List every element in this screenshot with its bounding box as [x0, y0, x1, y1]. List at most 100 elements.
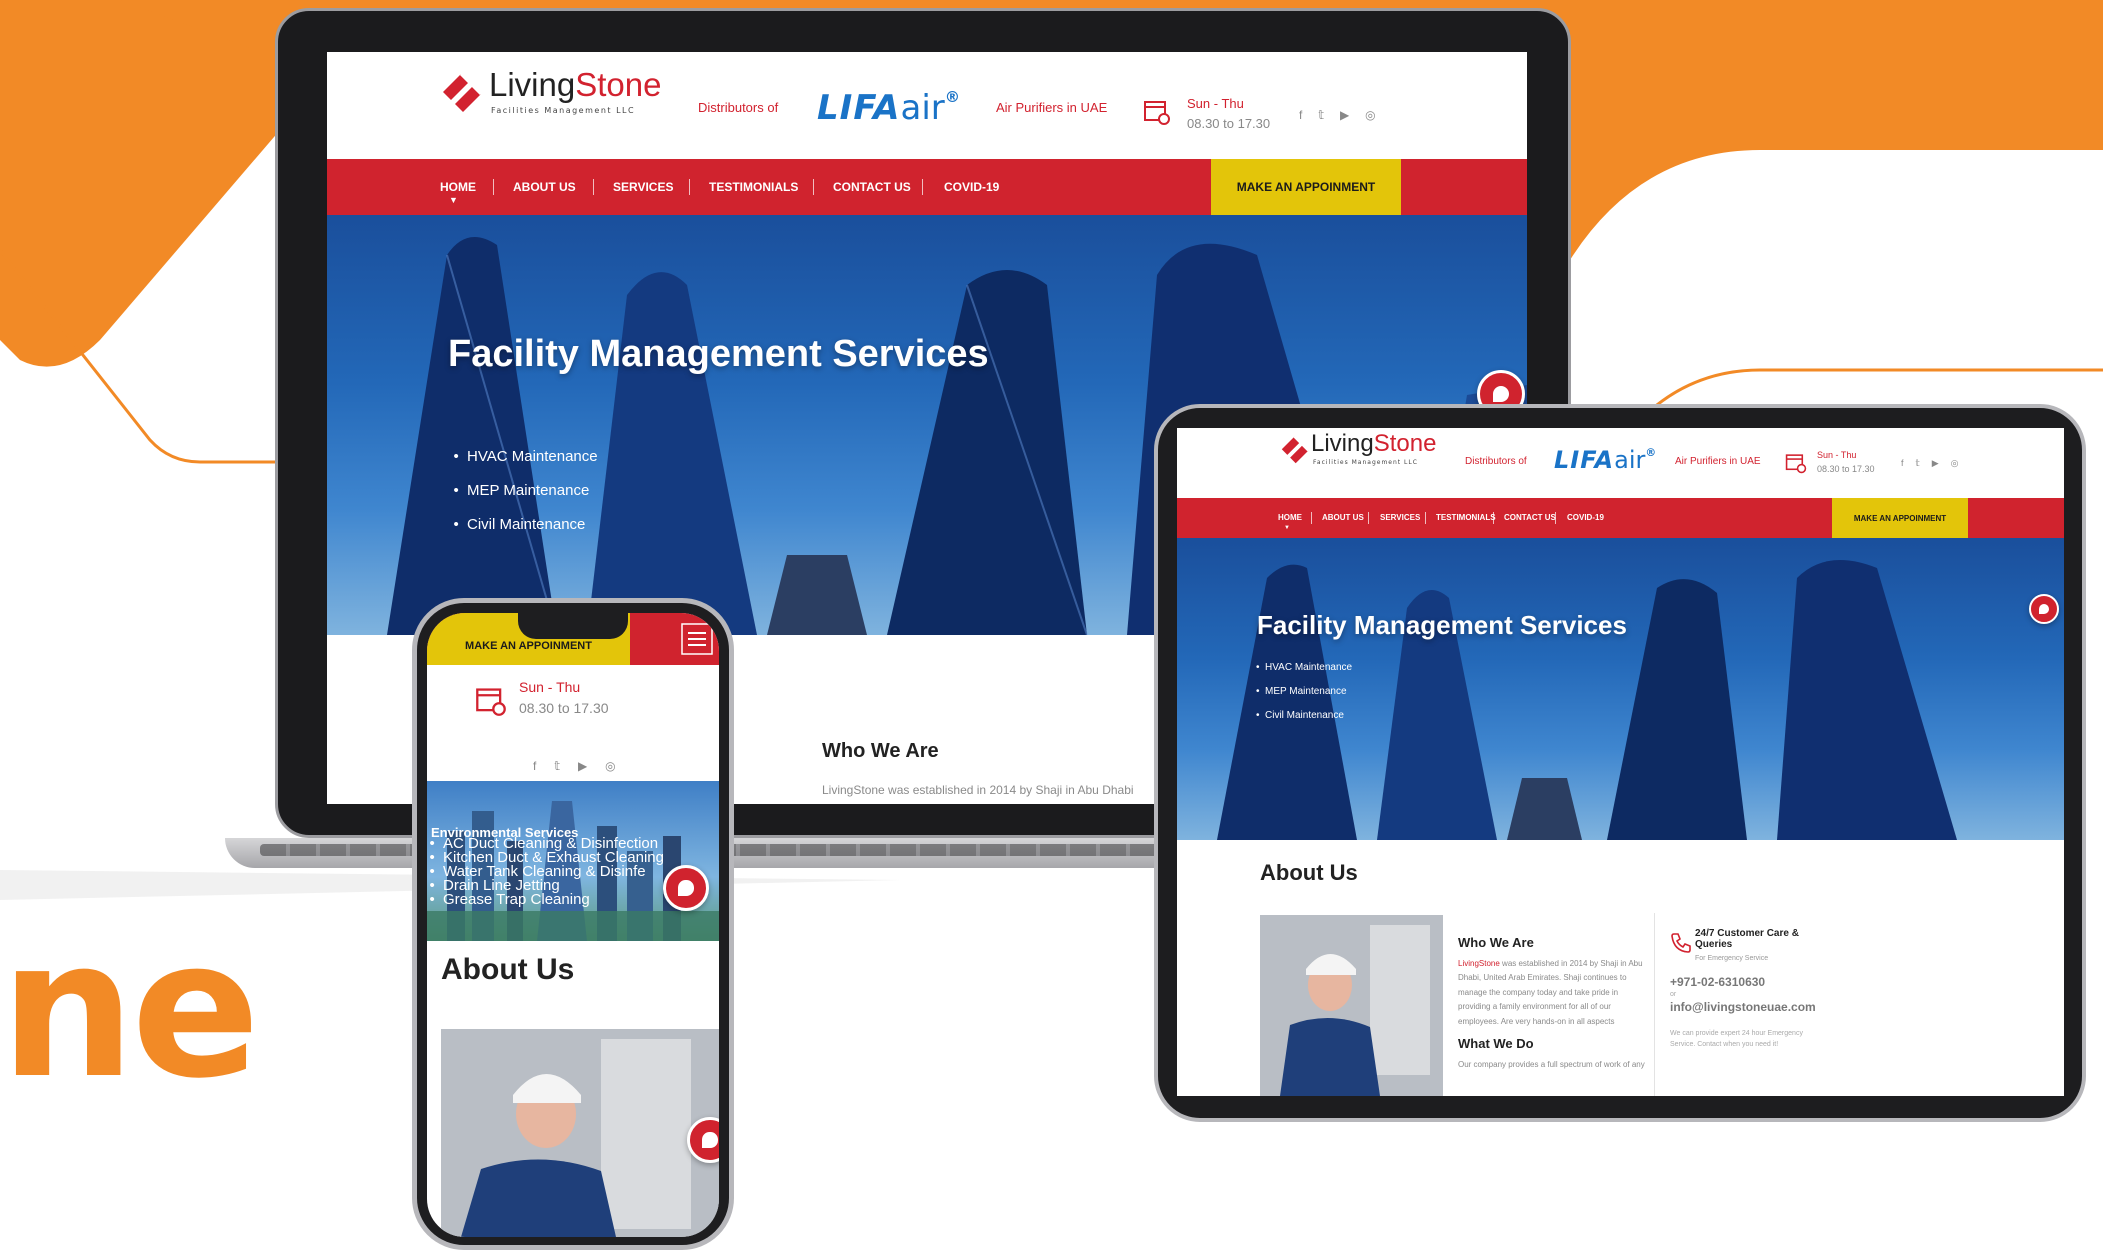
livingstone-logo-icon: [443, 72, 483, 112]
main-nav: HOME ▼ ABOUT US SERVICES TESTIMONIALS CO…: [1177, 498, 2064, 538]
hero-services-list: HVAC Maintenance MEP Maintenance Civil M…: [454, 440, 598, 542]
chat-widget-button[interactable]: [2029, 594, 2059, 624]
calendar-icon: [1144, 101, 1170, 125]
customer-care-or: or: [1670, 991, 1677, 998]
customer-care-phone[interactable]: +971-02-6310630: [1670, 975, 1765, 989]
nav-separator: [1425, 512, 1426, 524]
instagram-icon[interactable]: ◎: [1365, 108, 1375, 122]
who-we-are-text: LivingStone was established in 2014 by S…: [822, 783, 1134, 797]
logo-tagline: Facilities Management LLC: [491, 106, 636, 115]
who-we-are-heading: Who We Are: [822, 740, 939, 762]
customer-care-subtitle: For Emergency Service: [1695, 955, 1769, 962]
nav-separator: [922, 179, 923, 195]
facebook-icon[interactable]: f: [533, 759, 536, 773]
about-us-heading: About Us: [1260, 860, 1358, 885]
nav-home[interactable]: HOME: [440, 180, 476, 194]
social-links: f 𝕥 ▶ ◎: [533, 759, 616, 773]
calendar-icon: [476, 688, 506, 716]
hero-service-item: HVAC Maintenance: [454, 440, 598, 474]
nav-testimonials[interactable]: TESTIMONIALS: [709, 180, 798, 194]
hours-days: Sun - Thu: [1187, 96, 1244, 111]
twitter-icon[interactable]: 𝕥: [554, 759, 560, 773]
nav-separator: [1493, 512, 1494, 524]
distributors-label: Distributors of: [1465, 456, 1527, 467]
youtube-icon[interactable]: ▶: [1932, 458, 1939, 469]
make-appointment-button[interactable]: MAKE AN APPOINMENT: [1211, 159, 1401, 215]
nav-separator: [689, 179, 690, 195]
purifiers-label: Air Purifiers in UAE: [996, 100, 1108, 115]
hero-service-item: Civil Maintenance: [454, 508, 598, 542]
hero-banner: Environmental Services AC Duct Cleaning …: [427, 781, 719, 941]
customer-care-title: 24/7 Customer Care & Queries: [1695, 928, 1799, 950]
lifa-air-logo[interactable]: LIFAair®: [817, 88, 961, 128]
nav-separator: [1555, 512, 1556, 524]
about-us-heading: About Us: [441, 953, 575, 986]
logo-wordmark[interactable]: LivingStone: [489, 66, 661, 104]
youtube-icon[interactable]: ▶: [578, 759, 587, 773]
livingstone-logo-icon: [1281, 436, 1309, 464]
worker-photo: [1260, 915, 1443, 1096]
nav-about[interactable]: ABOUT US: [513, 180, 576, 194]
customer-care-note: We can provide expert 24 hour Emergency …: [1670, 1030, 1803, 1049]
hero-service-item: Civil Maintenance: [1256, 704, 1352, 728]
twitter-icon[interactable]: 𝕥: [1916, 458, 1920, 469]
hours-time: 08.30 to 17.30: [519, 700, 609, 716]
make-appointment-button[interactable]: MAKE AN APPOINMENT: [1832, 498, 1968, 538]
what-we-do-text: Our company provides a full spectrum of …: [1458, 1060, 1645, 1069]
hours-days: Sun - Thu: [519, 679, 581, 695]
nav-separator: [493, 179, 494, 195]
hero-service-item: HVAC Maintenance: [1256, 656, 1352, 680]
purifiers-label: Air Purifiers in UAE: [1675, 456, 1761, 467]
nav-contact[interactable]: CONTACT US: [833, 180, 911, 194]
hero-title: Facility Management Services: [1257, 610, 1627, 640]
twitter-icon[interactable]: 𝕥: [1318, 108, 1324, 122]
social-links: f 𝕥 ▶ ◎: [1299, 108, 1376, 122]
nav-testimonials[interactable]: TESTIMONIALS: [1436, 513, 1496, 522]
logo-wordmark[interactable]: LivingStone: [1311, 430, 1436, 458]
facebook-icon[interactable]: f: [1901, 458, 1904, 469]
customer-care-email[interactable]: info@livingstoneuae.com: [1670, 1000, 1816, 1014]
nav-separator: [813, 179, 814, 195]
phone-support-icon: [1671, 933, 1691, 953]
hamburger-menu-icon[interactable]: [681, 623, 713, 655]
nav-separator: [1368, 512, 1369, 524]
hero-title: Facility Management Services: [448, 333, 989, 375]
nav-separator: [1311, 512, 1312, 524]
youtube-icon[interactable]: ▶: [1340, 108, 1349, 122]
nav-contact[interactable]: CONTACT US: [1504, 513, 1556, 522]
hero-service-item: MEP Maintenance: [454, 474, 598, 508]
chat-widget-button[interactable]: [663, 865, 709, 911]
hero-service-item: Grease Trap Cleaning: [430, 892, 664, 907]
facebook-icon[interactable]: f: [1299, 108, 1302, 122]
social-links: f 𝕥 ▶ ◎: [1901, 458, 1959, 469]
chevron-down-icon: ▼: [1284, 525, 1290, 531]
nav-home[interactable]: HOME: [1278, 513, 1302, 522]
nav-about[interactable]: ABOUT US: [1322, 513, 1364, 522]
what-we-do-heading: What We Do: [1458, 1036, 1534, 1051]
calendar-icon: [1785, 454, 1807, 474]
lifa-air-logo[interactable]: LIFAair®: [1554, 446, 1657, 474]
site-header: LivingStone Facilities Management LLC Di…: [1177, 428, 2064, 498]
nav-covid[interactable]: COVID-19: [944, 180, 999, 194]
phone-screen: MAKE AN APPOINMENT Sun - Thu 08.30 to 17…: [427, 613, 719, 1237]
nav-services[interactable]: SERVICES: [613, 180, 673, 194]
tablet-screen: LivingStone Facilities Management LLC Di…: [1177, 428, 2064, 1096]
nav-covid[interactable]: COVID-19: [1567, 513, 1604, 522]
hero-services-list: AC Duct Cleaning & Disinfection Kitchen …: [430, 836, 664, 907]
nav-separator: [593, 179, 594, 195]
main-nav: HOME ▼ ABOUT US SERVICES TESTIMONIALS CO…: [327, 159, 1527, 215]
hours-time: 08.30 to 17.30: [1187, 116, 1271, 131]
worker-photo: [441, 1029, 719, 1237]
who-we-are-text: LivingStone was established in 2014 by S…: [1458, 959, 1643, 1026]
hours-time: 08.30 to 17.30: [1817, 464, 1875, 474]
hero-services-list: HVAC Maintenance MEP Maintenance Civil M…: [1256, 656, 1352, 728]
instagram-icon[interactable]: ◎: [605, 759, 615, 773]
site-header: LivingStone Facilities Management LLC Di…: [327, 52, 1527, 159]
instagram-icon[interactable]: ◎: [1951, 458, 1959, 469]
logo-tagline: Facilities Management LLC: [1313, 459, 1418, 466]
phone-notch: [518, 613, 628, 639]
customer-care-box: 24/7 Customer Care & Queries For Emergen…: [1654, 913, 1824, 1096]
chevron-down-icon: ▼: [449, 195, 458, 205]
nav-services[interactable]: SERVICES: [1380, 513, 1420, 522]
distributors-label: Distributors of: [698, 100, 779, 115]
